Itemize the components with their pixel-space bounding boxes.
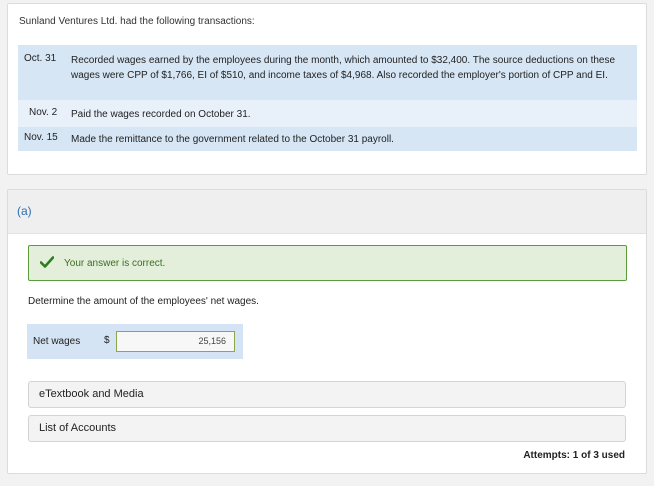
problem-intro: Sunland Ventures Ltd. had the following … (19, 16, 255, 27)
transaction-date: Nov. 15 (24, 132, 58, 143)
transaction-description: Made the remittance to the government re… (71, 134, 394, 145)
transaction-description: Recorded wages earned by the employees d… (71, 55, 616, 81)
question-text: Determine the amount of the employees' n… (28, 296, 259, 307)
feedback-banner: Your answer is correct. (28, 245, 627, 281)
table-row: Nov. 15 Made the remittance to the gover… (18, 127, 637, 151)
currency-symbol: $ (104, 335, 110, 346)
problem-card: Sunland Ventures Ltd. had the following … (7, 3, 647, 175)
table-row: Oct. 31 Recorded wages earned by the emp… (18, 45, 637, 100)
answer-label: Net wages (33, 336, 81, 347)
checkmark-icon (40, 256, 54, 268)
part-header: (a) (8, 190, 646, 234)
answer-panel: Net wages $ 25,156 (27, 324, 243, 359)
list-of-accounts-button[interactable]: List of Accounts (28, 415, 626, 442)
transaction-description: Paid the wages recorded on October 31. (71, 109, 251, 120)
transaction-date: Oct. 31 (24, 53, 57, 64)
transactions-table: Oct. 31 Recorded wages earned by the emp… (18, 45, 637, 151)
table-row: Nov. 2 Paid the wages recorded on Octobe… (18, 100, 637, 127)
attempts-counter: Attempts: 1 of 3 used (523, 450, 625, 461)
etextbook-media-button[interactable]: eTextbook and Media (28, 381, 626, 408)
feedback-text: Your answer is correct. (64, 258, 166, 269)
transaction-date: Nov. 2 (29, 107, 58, 118)
net-wages-input[interactable]: 25,156 (116, 331, 235, 352)
part-label: (a) (17, 204, 32, 218)
part-card: (a) Your answer is correct. Determine th… (7, 189, 647, 474)
